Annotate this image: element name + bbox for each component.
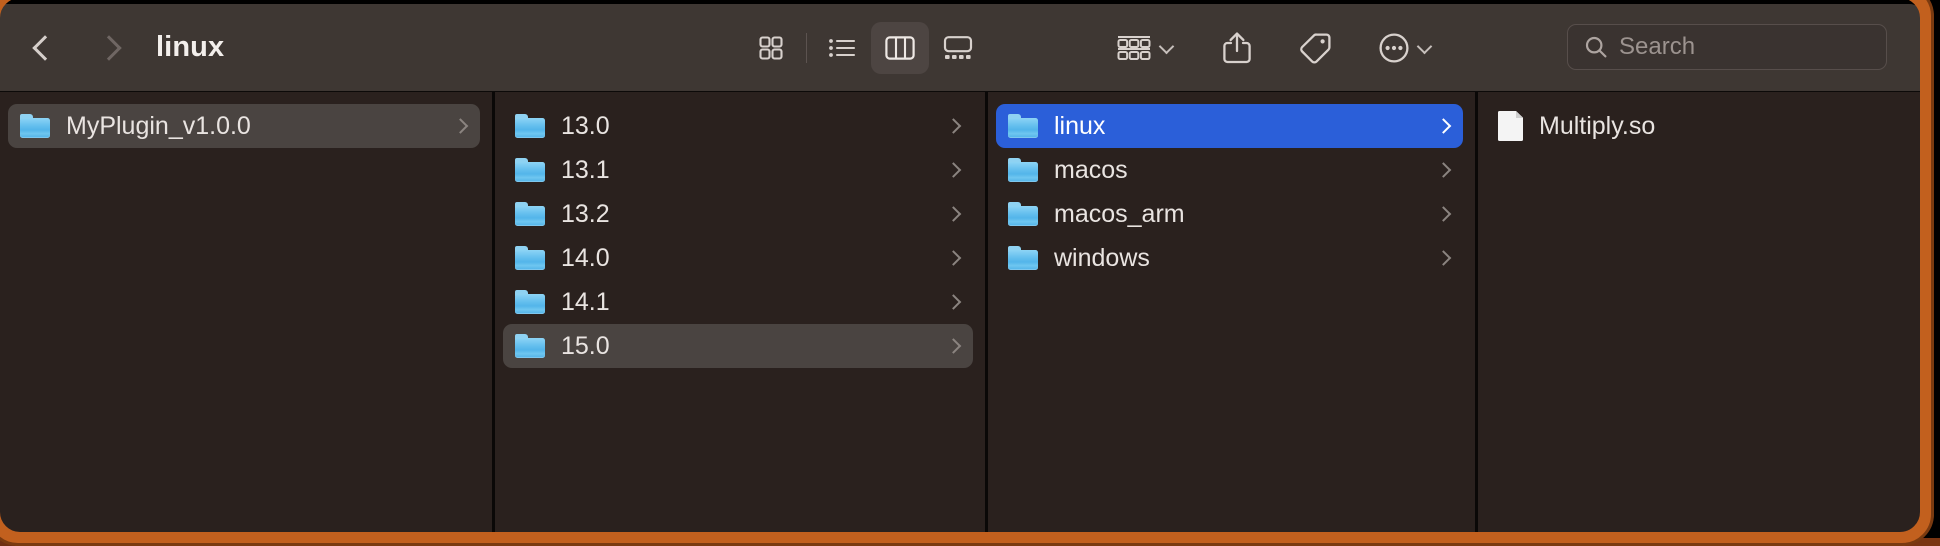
folder-row[interactable]: 13.1 — [503, 148, 973, 192]
folder-row[interactable]: 13.0 — [503, 104, 973, 148]
column-2[interactable]: 13.0 13.1 13.2 14.0 14.1 15.0 — [492, 92, 985, 538]
search-input[interactable]: Search — [1567, 24, 1887, 70]
chevron-down-icon — [1158, 38, 1175, 54]
folder-row[interactable]: 13.2 — [503, 192, 973, 236]
folder-row[interactable]: 14.1 — [503, 280, 973, 324]
share-icon — [1223, 32, 1251, 64]
column-view-button[interactable] — [871, 22, 929, 74]
item-label: 14.0 — [561, 243, 610, 272]
tag-button[interactable] — [1292, 22, 1338, 74]
gallery-icon — [943, 36, 973, 59]
column-4[interactable]: Multiply.so — [1475, 92, 1922, 538]
chevron-right-icon — [945, 118, 962, 134]
folder-icon — [515, 158, 545, 182]
folder-row[interactable]: windows — [996, 236, 1463, 280]
chevron-right-icon — [452, 118, 469, 134]
folder-icon — [20, 114, 50, 138]
chevron-right-icon — [945, 294, 962, 310]
chevron-right-icon — [1435, 118, 1452, 134]
folder-icon — [515, 114, 545, 138]
folder-row[interactable]: 14.0 — [503, 236, 973, 280]
folder-icon — [515, 290, 545, 314]
icon-view-button[interactable] — [742, 22, 800, 74]
item-label: windows — [1054, 243, 1150, 272]
item-label: 13.1 — [561, 155, 610, 184]
navigation-buttons — [28, 28, 126, 68]
ellipsis-circle-icon — [1379, 33, 1409, 63]
more-options-button[interactable] — [1372, 22, 1436, 74]
folder-row[interactable]: macos — [996, 148, 1463, 192]
item-label: 15.0 — [561, 331, 610, 360]
folder-icon — [1008, 246, 1038, 270]
column-1[interactable]: MyPlugin_v1.0.0 — [0, 92, 492, 538]
chevron-right-icon — [945, 162, 962, 178]
column-3[interactable]: linux macos macos_armwindows — [985, 92, 1475, 538]
folder-icon — [515, 334, 545, 358]
chevron-down-icon — [1416, 38, 1433, 54]
chevron-right-icon — [1435, 250, 1452, 266]
folder-row[interactable]: linux — [996, 104, 1463, 148]
view-mode-group — [742, 22, 987, 74]
item-label: 13.2 — [561, 199, 610, 228]
column-browser: MyPlugin_v1.0.0 13.0 13.1 13.2 14.0 14.1 15.0… — [0, 92, 1925, 538]
chevron-right-icon — [945, 206, 962, 222]
file-row[interactable]: Multiply.so — [1486, 104, 1910, 148]
folder-icon — [515, 202, 545, 226]
window-bottom-edge — [0, 538, 1940, 546]
list-view-button[interactable] — [813, 22, 871, 74]
list-icon — [829, 39, 856, 57]
item-label: linux — [1054, 111, 1106, 140]
chevron-right-icon — [945, 250, 962, 266]
folder-icon — [1008, 158, 1038, 182]
item-label: 13.0 — [561, 111, 610, 140]
chevron-left-icon — [32, 34, 58, 61]
share-button[interactable] — [1216, 22, 1258, 74]
group-icon — [1117, 36, 1151, 60]
item-label: macos_arm — [1054, 199, 1185, 228]
item-label: MyPlugin_v1.0.0 — [66, 111, 251, 140]
document-icon — [1498, 111, 1523, 141]
folder-icon — [515, 246, 545, 270]
toolbar: linux Search — [0, 4, 1925, 92]
grid-icon — [759, 36, 783, 60]
finder-window: linux Search MyPlugin_v1.0.0 13.0 13.1 1… — [0, 4, 1925, 538]
chevron-right-icon — [945, 338, 962, 354]
item-label: 14.1 — [561, 287, 610, 316]
folder-icon — [1008, 114, 1038, 138]
chevron-right-icon — [1435, 206, 1452, 222]
back-button[interactable] — [28, 28, 62, 68]
item-label: macos — [1054, 155, 1128, 184]
group-by-button[interactable] — [1110, 22, 1178, 74]
chevron-right-icon — [1435, 162, 1452, 178]
screen: linux Search MyPlugin_v1.0.0 13.0 13.1 1… — [0, 0, 1940, 546]
window-title: linux — [156, 31, 225, 63]
item-label: Multiply.so — [1539, 111, 1656, 140]
folder-row[interactable]: macos_arm — [996, 192, 1463, 236]
folder-icon — [1008, 202, 1038, 226]
chevron-right-icon — [96, 34, 122, 61]
toolbar-actions — [1110, 22, 1436, 74]
gallery-view-button[interactable] — [929, 22, 987, 74]
tag-icon — [1300, 33, 1331, 64]
toolbar-divider — [806, 33, 807, 63]
search-icon — [1585, 36, 1607, 58]
forward-button[interactable] — [92, 28, 126, 68]
columns-icon — [885, 36, 915, 60]
search-placeholder: Search — [1619, 33, 1696, 60]
folder-row[interactable]: 15.0 — [503, 324, 973, 368]
folder-row[interactable]: MyPlugin_v1.0.0 — [8, 104, 480, 148]
